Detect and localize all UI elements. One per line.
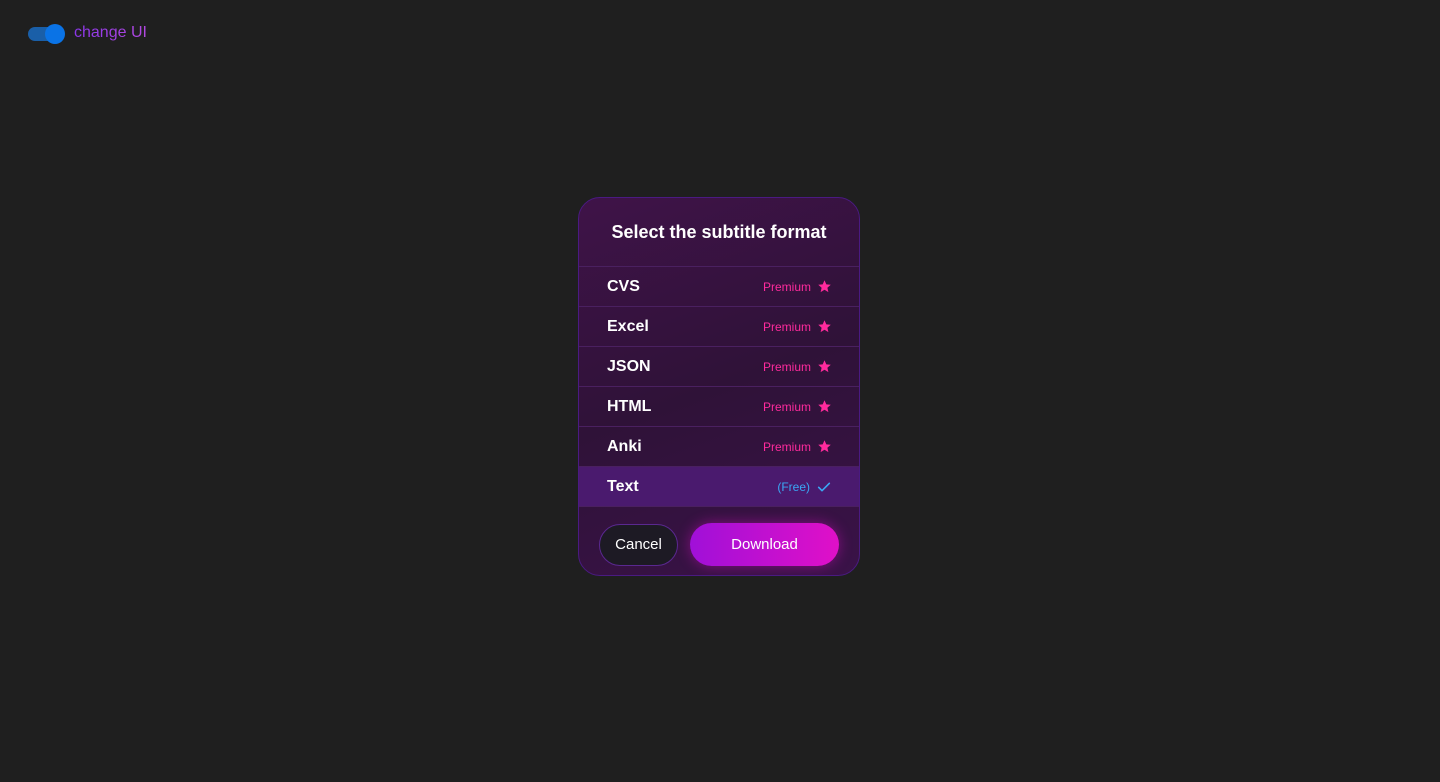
format-name: JSON [607, 357, 651, 375]
star-icon [818, 280, 831, 293]
format-tag: Premium [763, 439, 832, 454]
star-icon [818, 440, 831, 453]
format-tag: Premium [763, 319, 832, 334]
tag-label: Premium [762, 319, 811, 334]
tag-label: Premium [762, 399, 811, 414]
top-bar: change UI [28, 22, 147, 44]
format-name: CVS [607, 277, 640, 295]
star-icon [818, 320, 831, 333]
dialog-actions: Cancel Download [579, 507, 859, 566]
toggle-knob [45, 24, 65, 44]
format-option-excel[interactable]: Excel Premium [579, 307, 859, 347]
format-name: HTML [607, 397, 652, 415]
format-tag: Premium [763, 279, 832, 294]
subtitle-format-dialog: Select the subtitle format CVS Premium E… [578, 197, 860, 576]
format-option-anki[interactable]: Anki Premium [579, 427, 859, 467]
tag-label: Premium [762, 439, 811, 454]
star-icon [818, 400, 831, 413]
format-tag: Premium [763, 399, 832, 414]
star-icon [818, 360, 831, 373]
format-option-cvs[interactable]: CVS Premium [579, 267, 859, 307]
change-ui-label[interactable]: change UI [74, 24, 147, 42]
change-ui-toggle[interactable] [28, 22, 66, 44]
format-option-json[interactable]: JSON Premium [579, 347, 859, 387]
tag-label: Premium [762, 279, 811, 294]
format-tag: Premium [763, 359, 832, 374]
format-option-html[interactable]: HTML Premium [579, 387, 859, 427]
format-name: Anki [607, 437, 642, 455]
cancel-button[interactable]: Cancel [599, 523, 679, 566]
format-name: Excel [607, 317, 649, 335]
format-option-text[interactable]: Text (Free) [579, 467, 859, 507]
tag-label: (Free) [777, 479, 810, 494]
check-icon [817, 482, 831, 491]
format-tag: (Free) [777, 479, 832, 495]
download-button[interactable]: Download [690, 523, 839, 566]
dialog-title: Select the subtitle format [579, 198, 859, 267]
tag-label: Premium [762, 359, 811, 374]
format-name: Text [607, 477, 639, 495]
